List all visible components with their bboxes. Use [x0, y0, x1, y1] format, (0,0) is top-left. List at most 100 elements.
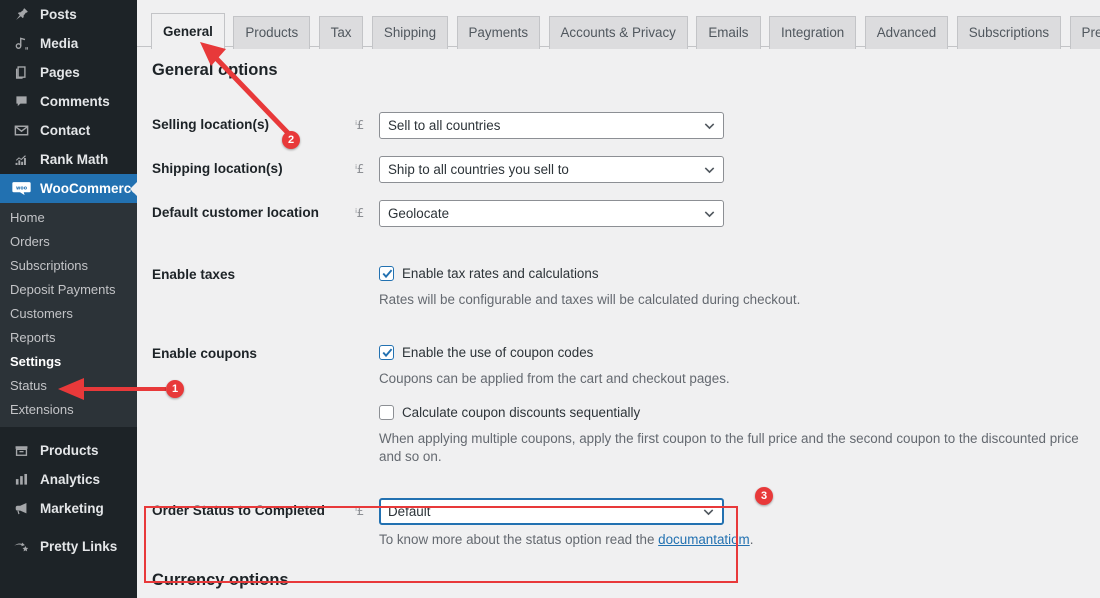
- sidebar-item-label: Analytics: [40, 472, 101, 487]
- field-row-selling-location: Selling location(s) ⁱ£ Sell to all count…: [152, 112, 1100, 142]
- sequential-coupons-checkbox[interactable]: [379, 404, 394, 420]
- enable-taxes-checkbox-line[interactable]: Enable tax rates and calculations: [379, 262, 1100, 284]
- checkmark-icon: [382, 269, 393, 278]
- svg-text:woo: woo: [15, 186, 27, 191]
- comments-icon: [10, 92, 32, 112]
- enable-taxes-checkbox[interactable]: [379, 265, 394, 281]
- help-tip-icon[interactable]: ⁱ£: [355, 200, 379, 220]
- pages-icon: [10, 63, 32, 83]
- tab-payments[interactable]: Payments: [456, 16, 541, 49]
- sidebar-item-woocommerce[interactable]: woo WooCommerce: [0, 174, 137, 203]
- enable-taxes-description: Rates will be configurable and taxes wil…: [379, 292, 801, 307]
- sidebar-item-rank-math[interactable]: Rank Math: [0, 145, 137, 174]
- settings-tabs: General Products Tax Shipping Payments A…: [137, 0, 1100, 49]
- tab-accounts-privacy[interactable]: Accounts & Privacy: [548, 16, 688, 49]
- submenu-item-status[interactable]: Status: [0, 374, 137, 398]
- order-status-description: To know more about the status option rea…: [379, 531, 753, 549]
- enable-taxes-label: Enable taxes: [152, 267, 236, 282]
- sidebar-item-label: Pages: [40, 65, 80, 80]
- submenu-item-home[interactable]: Home: [0, 206, 137, 230]
- help-tip-icon[interactable]: ⁱ£: [355, 112, 379, 132]
- sidebar-item-label: WooCommerce: [40, 181, 137, 196]
- sidebar-item-comments[interactable]: Comments: [0, 87, 137, 116]
- default-customer-location-select[interactable]: Geolocate: [379, 200, 724, 227]
- field-row-default-customer-location: Default customer location ⁱ£ Geolocate: [152, 200, 1100, 230]
- screen: Posts Media Pages Comments Contact Rank …: [0, 0, 1100, 598]
- tab-general[interactable]: General: [151, 13, 225, 49]
- checkmark-icon: [382, 348, 393, 357]
- tab-subscriptions[interactable]: Subscriptions: [956, 16, 1062, 49]
- field-row-order-status-to-completed: Order Status to Completed ⁱ£ Default To …: [152, 494, 1100, 549]
- documentation-link[interactable]: documantatiom: [658, 532, 750, 547]
- submenu-item-extensions[interactable]: Extensions: [0, 398, 137, 422]
- analytics-icon: [10, 470, 32, 490]
- sidebar-item-pages[interactable]: Pages: [0, 58, 137, 87]
- default-customer-location-value: Geolocate: [388, 206, 450, 221]
- submenu-item-customers[interactable]: Customers: [0, 302, 137, 326]
- sidebar-item-posts[interactable]: Posts: [0, 0, 137, 29]
- pin-icon: [10, 5, 32, 25]
- sidebar-item-label: Products: [40, 443, 99, 458]
- sidebar-item-label: Marketing: [40, 501, 104, 516]
- sidebar-item-pretty-links[interactable]: Pretty Links: [0, 532, 137, 561]
- selling-location-select[interactable]: Sell to all countries: [379, 112, 724, 139]
- tab-tax[interactable]: Tax: [318, 16, 364, 49]
- chevron-down-icon: [704, 210, 715, 217]
- selling-location-value: Sell to all countries: [388, 118, 501, 133]
- chevron-down-icon: [704, 166, 715, 173]
- submenu-item-settings[interactable]: Settings: [0, 350, 137, 374]
- submenu-item-subscriptions[interactable]: Subscriptions: [0, 254, 137, 278]
- shipping-location-label: Shipping location(s): [152, 161, 283, 176]
- admin-sidebar: Posts Media Pages Comments Contact Rank …: [0, 0, 137, 598]
- media-icon: [10, 34, 32, 54]
- enable-coupons-checkbox-line[interactable]: Enable the use of coupon codes: [379, 341, 1100, 363]
- sidebar-divider: [0, 427, 137, 436]
- tab-emails[interactable]: Emails: [696, 16, 761, 49]
- woocommerce-submenu: Home Orders Subscriptions Deposit Paymen…: [0, 203, 137, 427]
- sidebar-item-media[interactable]: Media: [0, 29, 137, 58]
- rankmath-icon: [10, 150, 32, 170]
- sequential-coupons-checkbox-label: Calculate coupon discounts sequentially: [402, 404, 641, 420]
- tab-integration[interactable]: Integration: [768, 16, 857, 49]
- enable-coupons-description: Coupons can be applied from the cart and…: [379, 371, 730, 386]
- general-options-panel: General options Selling location(s) ⁱ£ S…: [137, 47, 1100, 598]
- order-status-description-suffix: .: [749, 532, 754, 547]
- order-status-description-prefix: To know more about the status option rea…: [379, 532, 659, 547]
- tab-shipping[interactable]: Shipping: [371, 16, 449, 49]
- prettylinks-icon: [10, 537, 32, 557]
- field-row-enable-coupons: Enable coupons Enable the use of coupon …: [152, 341, 1100, 466]
- sidebar-item-label: Contact: [40, 123, 91, 138]
- enable-taxes-checkbox-label: Enable tax rates and calculations: [402, 265, 599, 281]
- sidebar-item-products[interactable]: Products: [0, 436, 137, 465]
- sidebar-item-label: Rank Math: [40, 152, 109, 167]
- sidebar-item-analytics[interactable]: Analytics: [0, 465, 137, 494]
- order-status-label: Order Status to Completed: [152, 503, 325, 518]
- woocommerce-icon: woo: [10, 179, 32, 199]
- tab-advanced[interactable]: Advanced: [864, 16, 949, 49]
- products-icon: [10, 441, 32, 461]
- submenu-item-orders[interactable]: Orders: [0, 230, 137, 254]
- submenu-item-deposit-payments[interactable]: Deposit Payments: [0, 278, 137, 302]
- sidebar-item-contact[interactable]: Contact: [0, 116, 137, 145]
- chevron-down-icon: [704, 122, 715, 129]
- sidebar-item-label: Comments: [40, 94, 110, 109]
- content-area: General Products Tax Shipping Payments A…: [137, 0, 1100, 598]
- submenu-item-reports[interactable]: Reports: [0, 326, 137, 350]
- tab-preorders[interactable]: Preorders: [1069, 16, 1100, 49]
- help-tip-icon[interactable]: ⁱ£: [355, 498, 379, 518]
- sequential-coupons-description: When applying multiple coupons, apply th…: [379, 431, 1079, 464]
- shipping-location-select[interactable]: Ship to all countries you sell to: [379, 156, 724, 183]
- enable-coupons-checkbox-label: Enable the use of coupon codes: [402, 344, 594, 360]
- sidebar-item-label: Posts: [40, 7, 77, 22]
- order-status-select[interactable]: Default: [379, 498, 724, 525]
- enable-coupons-checkbox[interactable]: [379, 344, 394, 360]
- sequential-coupons-checkbox-line[interactable]: Calculate coupon discounts sequentially: [379, 401, 1100, 423]
- field-row-enable-taxes: Enable taxes Enable tax rates and calcul…: [152, 262, 1100, 309]
- currency-options-title: Currency options: [152, 571, 289, 589]
- tab-products[interactable]: Products: [233, 16, 311, 49]
- order-status-value: Default: [388, 504, 431, 519]
- shipping-location-value: Ship to all countries you sell to: [388, 162, 569, 177]
- sidebar-item-marketing[interactable]: Marketing: [0, 494, 137, 523]
- help-tip-icon[interactable]: ⁱ£: [355, 156, 379, 176]
- envelope-icon: [10, 121, 32, 141]
